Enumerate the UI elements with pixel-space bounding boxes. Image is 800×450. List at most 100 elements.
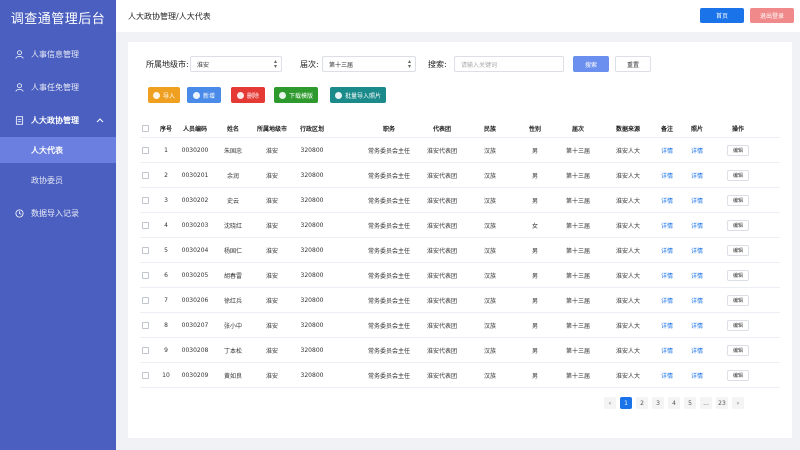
page-button[interactable]: 23 [716,397,728,409]
select-all-checkbox[interactable] [141,125,149,132]
column-header: 照片 [690,126,703,133]
photo-detail-link[interactable]: 详情 [691,371,703,380]
photo-detail-link[interactable]: 详情 [691,146,703,155]
chevron-up-icon [96,116,104,125]
row-checkbox[interactable] [141,371,149,379]
cell-region: 320800 [295,338,329,362]
note-detail-link[interactable]: 详情 [661,246,673,255]
cell-value: 朱国忠 [223,147,242,155]
edit-button[interactable]: 编辑 [726,244,749,256]
next-page-button[interactable]: › [732,397,744,409]
cell-source: 淮安人大 [605,338,651,362]
cell-value: 淮安代表团 [426,222,457,230]
page-button[interactable]: 2 [636,397,648,409]
edit-button[interactable]: 编辑 [726,294,749,306]
sidebar-subitem-cppcc-members[interactable]: 政协委员 [0,167,116,193]
photo-detail-link[interactable]: 详情 [691,246,703,255]
note-detail-link[interactable]: 详情 [661,221,673,230]
cell-value: 0030206 [181,296,209,304]
note-detail-link[interactable]: 详情 [661,271,673,280]
cell-value: 9 [164,346,168,354]
sidebar-subitem-npc-deputies[interactable]: 人大代表 [0,137,116,163]
photo-detail-link[interactable]: 详情 [691,221,703,230]
import-button[interactable]: 导入 [148,87,180,103]
cell-ethnic: 汉族 [472,138,508,162]
edit-button[interactable]: 编辑 [726,169,749,181]
row-checkbox[interactable] [141,146,149,154]
row-checkbox[interactable] [141,171,149,179]
city-select[interactable]: 淮安 ▴ ▾ [190,56,282,72]
cell-value: 淮安代表团 [426,347,457,355]
page-button[interactable]: 5 [684,397,696,409]
sidebar-item-import-records[interactable]: 数据导入记录 [0,197,116,230]
note-detail-link[interactable]: 详情 [661,171,673,180]
cell-region: 320800 [295,138,329,162]
cell-note: 详情 [655,213,679,237]
page-ellipsis[interactable]: ... [700,397,712,409]
photo-detail-link[interactable]: 详情 [691,196,703,205]
edit-button[interactable]: 编辑 [726,369,749,381]
edit-button[interactable]: 编辑 [726,219,749,231]
photo-detail-link[interactable]: 详情 [691,321,703,330]
photo-detail-link[interactable]: 详情 [691,171,703,180]
cell-delegation: 淮安代表团 [412,213,472,237]
cell-delegation: 淮安代表团 [412,163,472,187]
city-filter-label: 所属地级市: [146,60,189,69]
cell-value: 常务委员会主任 [367,222,410,230]
note-detail-link[interactable]: 详情 [661,296,673,305]
batch-import-photos-button[interactable]: 批量导入照片 [330,87,386,103]
note-detail-link[interactable]: 详情 [661,346,673,355]
cell-value: 徐红兵 [223,297,242,305]
content-panel: 所属地级市: 淮安 ▴ ▾ 届次: 第十三届 ▴ ▾ 搜索: 请输入关键词 搜索 重… [128,42,792,438]
sidebar-item-label: 人大政协管理 [31,116,79,125]
logout-button[interactable]: 退出登录 [750,8,794,23]
search-button[interactable]: 搜索 [573,56,609,72]
prev-page-button[interactable]: ‹ [604,397,616,409]
cell-op: 编辑 [718,163,758,187]
photo-detail-link[interactable]: 详情 [691,346,703,355]
home-button[interactable]: 首页 [700,8,744,23]
cell-value: 淮安代表团 [426,247,457,255]
edit-button[interactable]: 编辑 [726,144,749,156]
sidebar-item-appointment[interactable]: 人事任免管理 [0,71,116,104]
note-detail-link[interactable]: 详情 [661,321,673,330]
note-detail-link[interactable]: 详情 [661,146,673,155]
download-template-button[interactable]: 下载模版 [274,87,318,103]
cell-session: 第十三届 [558,238,598,262]
row-checkbox[interactable] [141,346,149,354]
edit-button[interactable]: 编辑 [726,269,749,281]
cell-value: 320800 [300,246,324,254]
add-button[interactable]: 新增 [187,87,221,103]
photo-detail-link[interactable]: 详情 [691,271,703,280]
column-header: 姓名 [226,126,239,133]
note-detail-link[interactable]: 详情 [661,371,673,380]
reset-button[interactable]: 重置 [615,56,651,72]
row-checkbox[interactable] [141,321,149,329]
sidebar-item-personnel-info[interactable]: 人事信息管理 [0,38,116,71]
cell-value: 汉族 [483,247,496,255]
edit-button[interactable]: 编辑 [726,344,749,356]
row-checkbox[interactable] [141,221,149,229]
edit-button[interactable]: 编辑 [726,319,749,331]
cell-delegation: 淮安代表团 [412,138,472,162]
delete-button[interactable]: 删除 [231,87,265,103]
edit-button[interactable]: 编辑 [726,194,749,206]
page-button[interactable]: 1 [620,397,632,409]
search-label: 搜索: [428,60,447,69]
page-button[interactable]: 3 [652,397,664,409]
row-checkbox[interactable] [141,196,149,204]
cell-value: 淮安代表团 [426,197,457,205]
row-checkbox[interactable] [141,271,149,279]
sidebar-item-npc-cppcc[interactable]: 人大政协管理 [0,104,116,137]
session-select[interactable]: 第十三届 ▴ ▾ [322,56,416,72]
cell-note: 详情 [655,238,679,262]
page-button[interactable]: 4 [668,397,680,409]
cell-value: 0030209 [181,371,209,379]
search-input[interactable]: 请输入关键词 [454,56,564,72]
cell-name: 丁本松 [218,338,248,362]
photo-detail-link[interactable]: 详情 [691,296,703,305]
row-checkbox[interactable] [141,296,149,304]
sidebar-nav: 人事信息管理 人事任免管理 人大政协管理 人大代表 政协委员 数据导入记录 [0,38,116,230]
note-detail-link[interactable]: 详情 [661,196,673,205]
row-checkbox[interactable] [141,246,149,254]
